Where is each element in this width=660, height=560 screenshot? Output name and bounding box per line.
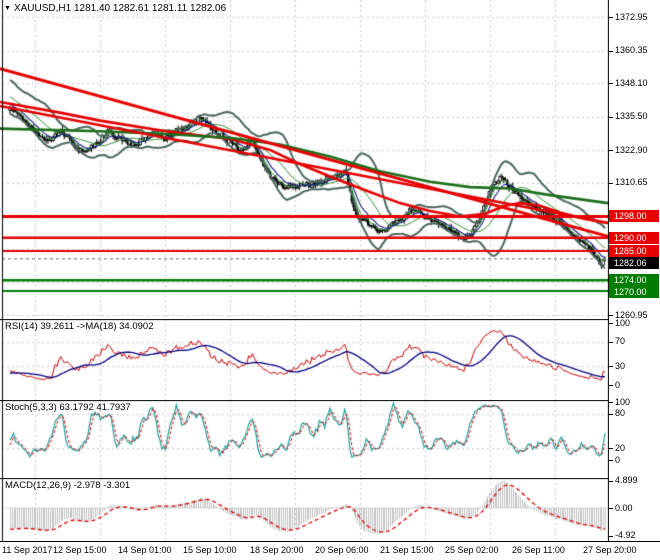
macd-indicator-label: MACD(12,26,9) -2.978 -3.301 [5,480,131,491]
scale-tick-mark [609,385,613,386]
scale-tick-mark [609,150,613,151]
stochastic-panel[interactable]: Stoch(5,3,3) 63.1792 41.7937 100 80 20 0 [0,396,660,478]
indicator-scale-tick: 70 [615,336,626,347]
time-axis-label: 12 Sep 15:00 [53,545,107,555]
scale-tick-mark [609,448,613,449]
price-scale-tick: 1335.50 [615,111,648,122]
ohlc-values: 1281.40 1282.61 1281.11 1282.06 [73,3,227,14]
scale-tick-mark [609,460,613,461]
macd-scale[interactable]: 4.899 0.00 -4.92 [609,475,660,541]
indicator-scale-tick: 0.00 [615,502,633,513]
indicator-scale-tick: 0 [615,379,621,390]
current-price-badge: 1282.06 [609,257,659,269]
time-axis-label: 25 Sep 02:00 [445,545,499,555]
indicator-scale-tick: 100 [615,396,631,407]
price-scale-tick: 1360.35 [615,45,648,56]
rsi-panel[interactable]: RSI(14) 39.2611 ->MA(18) 34.0902 100 70 30… [0,317,660,400]
scale-tick-mark [609,508,613,509]
time-axis-label: 18 Sep 20:00 [250,545,304,555]
scale-tick-mark [609,536,613,537]
indicator-scale-tick: 30 [615,360,626,371]
price-scale-tick: 1322.90 [615,144,648,155]
time-axis-label: 26 Sep 11:00 [512,545,565,555]
price-scale[interactable]: 1372.95 1360.35 1348.10 1335.50 1322.90 1310.… [609,0,660,320]
level-price-badge: 1285.00 [609,245,659,257]
rsi-indicator-label: RSI(14) 39.2611 ->MA(18) 34.0902 [5,321,154,332]
indicator-scale-tick: 80 [615,408,626,419]
scale-tick-mark [609,183,613,184]
level-price-badge: 1298.00 [609,210,659,223]
level-price-badge: 1274.00 [609,274,659,287]
time-axis-label: 14 Sep 01:00 [118,545,172,555]
scale-tick-mark [609,414,613,415]
scale-tick-mark [609,17,613,18]
price-scale-tick: 1372.95 [615,11,648,22]
indicator-scale-tick: 100 [615,317,631,328]
scale-tick-mark [609,83,613,84]
stochastic-indicator-label: Stoch(5,3,3) 63.1792 41.7937 [5,402,131,413]
indicator-scale-tick: 20 [615,442,626,453]
time-axis-label: 27 Sep 20:00 [583,545,637,555]
price-scale-tick: 1310.65 [615,177,648,188]
scale-tick-mark [609,342,613,343]
time-axis-label: 15 Sep 10:00 [183,545,237,555]
time-axis-label: 11 Sep 2017 [2,545,53,555]
symbol-dropdown-icon[interactable]: ▼ [4,5,11,12]
scale-tick-mark [609,51,613,52]
rsi-scale[interactable]: 100 70 30 0 [609,317,660,400]
time-axis-label: 21 Sep 15:00 [380,545,434,555]
scale-tick-mark [609,117,613,118]
symbol-timeframe-label: XAUUSD,H1 [13,3,72,14]
stochastic-scale[interactable]: 100 80 20 0 [609,396,660,478]
time-axis[interactable]: 11 Sep 2017 12 Sep 15:00 14 Sep 01:00 15 Se… [0,541,660,560]
trading-chart-window: ▼ XAUUSD,H1 1281.40 1282.61 1281.11 1282.… [0,0,660,560]
price-scale-tick: 1348.10 [615,77,648,88]
scale-tick-mark [609,402,613,403]
level-price-badge: 1270.00 [609,286,659,299]
level-price-badge: 1290.00 [609,231,659,244]
indicator-scale-tick: 4.899 [615,475,638,486]
macd-panel[interactable]: MACD(12,26,9) -2.978 -3.301 4.899 0.00 -4.… [0,475,660,541]
scale-tick-mark [609,366,613,367]
scale-tick-mark [609,323,613,324]
scale-tick-mark [609,315,613,316]
time-axis-label: 20 Sep 06:00 [315,545,369,555]
indicator-scale-tick: -4.92 [615,530,636,541]
indicator-scale-tick: 0 [615,454,621,465]
price-chart-panel[interactable]: ▼ XAUUSD,H1 1281.40 1282.61 1281.11 1282.… [0,0,660,320]
scale-tick-mark [609,481,613,482]
chart-header: ▼ XAUUSD,H1 1281.40 1282.61 1281.11 1282.… [4,3,226,14]
